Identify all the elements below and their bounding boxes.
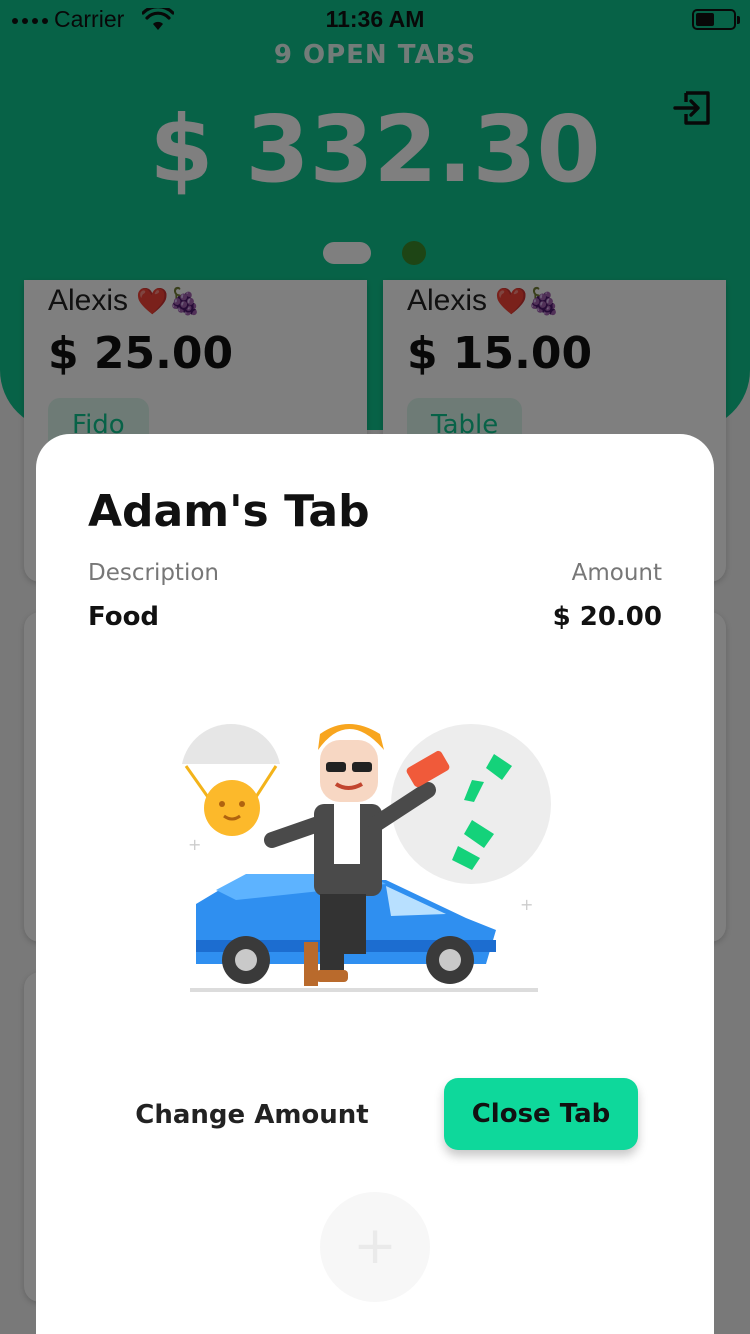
add-tab-button[interactable]: + — [320, 1192, 430, 1302]
sheet-title: Adam's Tab — [88, 486, 370, 537]
svg-text:+: + — [520, 895, 533, 914]
change-amount-button[interactable]: Change Amount — [132, 1080, 372, 1150]
close-tab-button[interactable]: Close Tab — [444, 1078, 638, 1150]
plus-icon: + — [353, 1216, 397, 1276]
svg-text:+: + — [188, 835, 201, 854]
cool-guy-car-illustration: + + — [182, 723, 551, 992]
amount-column-header: Amount — [571, 560, 662, 586]
line-item-description: Food — [88, 602, 160, 632]
description-column-header: Description — [88, 560, 219, 586]
line-item-amount: $ 20.00 — [552, 602, 662, 632]
tab-detail-sheet: Adam's Tab Description Amount Food $ 20.… — [36, 434, 714, 1334]
